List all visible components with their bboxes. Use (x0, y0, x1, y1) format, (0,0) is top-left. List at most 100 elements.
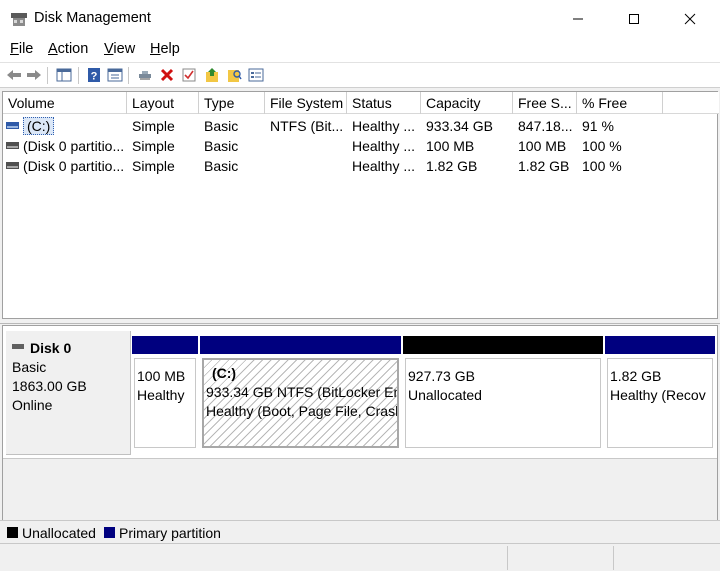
menu-help-label: elp (160, 41, 180, 57)
close-icon (684, 13, 696, 25)
back-button[interactable] (5, 66, 23, 84)
primary-partition-swatch (104, 526, 115, 538)
connect-drive-icon (139, 71, 151, 80)
list-view-button[interactable] (106, 66, 124, 84)
menu-action[interactable]: Action (48, 41, 88, 57)
partition-status: Healthy (Recov (610, 387, 706, 403)
maximize-button[interactable] (606, 0, 662, 38)
partition-size: 933.34 GB NTFS (BitLocker En (206, 384, 399, 400)
help-button[interactable]: ? (85, 66, 103, 84)
open-folder-icon (206, 68, 218, 82)
column-layout[interactable]: Layout (127, 92, 199, 114)
help-icon: ? (88, 68, 100, 83)
explore-icon (228, 70, 242, 82)
disk-status: Online (12, 397, 53, 413)
settings-button[interactable] (247, 66, 265, 84)
properties-icon (182, 68, 196, 82)
menu-help[interactable]: Help (150, 41, 180, 57)
cell-status: Healthy ... (352, 158, 416, 174)
volume-name: (Disk 0 partitio... (23, 138, 125, 154)
partition-size: 1.82 GB (610, 368, 662, 384)
volume-list[interactable]: Volume Layout Type File System Status Ca… (2, 91, 719, 319)
menu-view-label: iew (113, 41, 136, 57)
cell-percent-free: 100 % (582, 138, 622, 154)
column-percent-free[interactable]: % Free (577, 92, 663, 114)
legend: Unallocated Primary partition (0, 520, 720, 542)
cell-file-system: NTFS (Bit... (270, 118, 344, 134)
minimize-icon (573, 18, 583, 20)
disk-management-icon (11, 13, 27, 26)
status-separator (613, 546, 614, 570)
forward-icon (27, 70, 41, 80)
column-file-system[interactable]: File System (265, 92, 347, 114)
menu-action-label: ction (57, 41, 89, 57)
cell-layout: Simple (132, 158, 175, 174)
partition-size: 927.73 GB (408, 368, 475, 384)
settings-icon (248, 68, 264, 82)
legend-label: Unallocated (22, 525, 96, 541)
cell-status: Healthy ... (352, 118, 416, 134)
console-tree-button[interactable] (55, 66, 73, 84)
partition-body: 1.82 GB Healthy (Recov (607, 358, 713, 448)
status-separator (507, 546, 508, 570)
menu-view-accelerator: V (104, 41, 114, 57)
properties-button[interactable] (180, 66, 198, 84)
partition-recovery[interactable]: 1.82 GB Healthy (Recov (605, 336, 715, 449)
toolbar-separator (128, 67, 129, 84)
column-header: Volume Layout Type File System Status Ca… (3, 92, 719, 114)
column-status[interactable]: Status (347, 92, 421, 114)
cell-volume: (C:) (3, 116, 127, 136)
cell-volume: (Disk 0 partitio... (3, 156, 127, 176)
cell-capacity: 933.34 GB (426, 118, 493, 134)
partition-recovery-small[interactable]: 100 MB Healthy (132, 336, 198, 449)
column-capacity[interactable]: Capacity (421, 92, 513, 114)
partition-unallocated[interactable]: 927.73 GB Unallocated (403, 336, 603, 449)
table-row[interactable]: (Disk 0 partitio... Simple Basic Healthy… (3, 156, 719, 176)
table-row[interactable]: (C:) Simple Basic NTFS (Bit... Healthy .… (3, 116, 719, 136)
partition-c-drive[interactable]: (C:) 933.34 GB NTFS (BitLocker En Health… (200, 336, 401, 449)
status-bar (0, 543, 720, 571)
partition-body: 927.73 GB Unallocated (405, 358, 601, 448)
disk-name: Disk 0 (30, 340, 72, 356)
explore-button[interactable] (225, 66, 243, 84)
close-button[interactable] (662, 0, 718, 38)
cell-free-space: 100 MB (518, 138, 567, 154)
connect-drive-button[interactable] (136, 66, 154, 84)
minimize-button[interactable] (550, 0, 606, 38)
pane-splitter[interactable] (0, 319, 720, 324)
forward-button[interactable] (25, 66, 43, 84)
disk-size: 1863.00 GB (12, 378, 87, 394)
unallocated-swatch (7, 526, 18, 538)
cell-percent-free: 100 % (582, 158, 622, 174)
cell-status: Healthy ... (352, 138, 416, 154)
menu-bar: File Action View Help (0, 38, 720, 62)
window-title: Disk Management (34, 10, 151, 26)
disk-map-pane[interactable]: Disk 0 Basic 1863.00 GB Online 100 MB He… (2, 325, 718, 520)
volume-icon (6, 161, 19, 169)
open-folder-button[interactable] (203, 66, 221, 84)
menu-view[interactable]: View (104, 41, 135, 57)
list-icon (107, 68, 123, 82)
delete-button[interactable] (158, 66, 176, 84)
column-volume[interactable]: Volume (3, 92, 127, 114)
cell-type: Basic (204, 158, 239, 174)
toolbar: ? (0, 62, 720, 88)
menu-action-accelerator: A (48, 41, 58, 57)
disk-info-box[interactable]: Disk 0 Basic 1863.00 GB Online (6, 331, 131, 455)
table-row[interactable]: (Disk 0 partitio... Simple Basic Healthy… (3, 136, 719, 156)
menu-file[interactable]: File (10, 41, 33, 57)
toolbar-separator (47, 67, 48, 84)
disk-icon (12, 343, 24, 349)
volume-icon (6, 121, 19, 129)
partition-type-bar (200, 336, 401, 354)
disk-label: Disk 0 (12, 339, 124, 358)
maximize-icon (629, 14, 639, 24)
volume-name: (C:) (23, 117, 55, 135)
legend-primary-partition: Primary partition (104, 525, 221, 541)
partition-type-bar (403, 336, 603, 354)
cell-type: Basic (204, 138, 239, 154)
disk-type: Basic (12, 359, 47, 375)
partition-status: Unallocated (408, 387, 482, 403)
column-type[interactable]: Type (199, 92, 265, 114)
column-free-space[interactable]: Free S... (513, 92, 577, 114)
